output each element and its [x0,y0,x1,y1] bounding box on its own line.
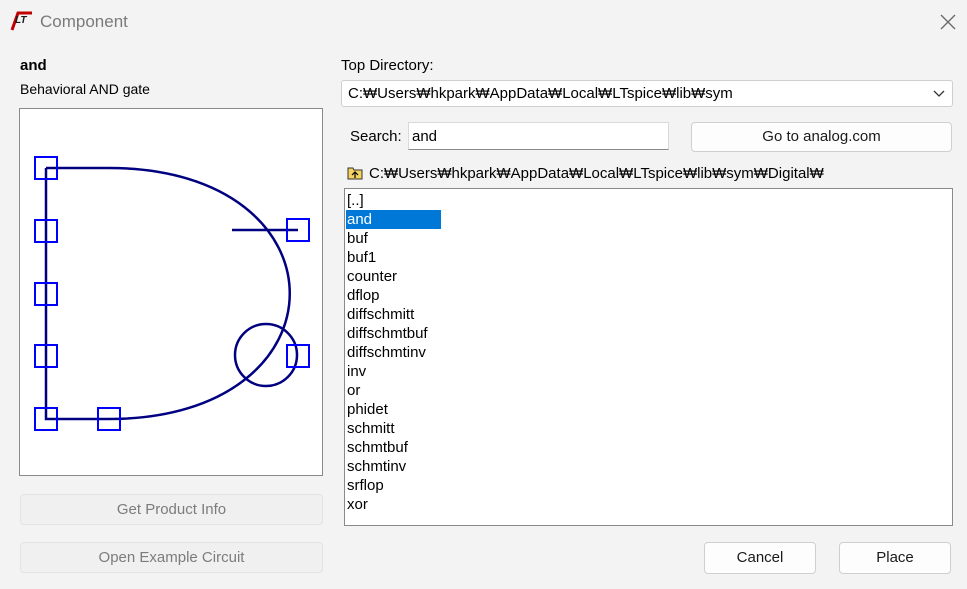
title-bar: LT Component [0,0,967,44]
cancel-button[interactable]: Cancel [704,542,816,574]
place-button[interactable]: Place [839,542,951,574]
open-example-circuit-button[interactable]: Open Example Circuit [20,542,323,573]
list-item[interactable]: [..] [346,191,441,210]
list-item[interactable]: dflop [346,286,441,305]
and-gate-symbol [34,156,310,431]
top-directory-value: C:₩Users₩hkpark₩AppData₩Local₩LTspice₩li… [348,85,733,102]
list-item[interactable]: schmtbuf [346,438,441,457]
current-path: C:₩Users₩hkpark₩AppData₩Local₩LTspice₩li… [369,165,824,182]
close-icon[interactable] [938,11,958,33]
list-item[interactable]: schmtinv [346,457,441,476]
list-item[interactable]: and [346,210,441,229]
get-product-info-button[interactable]: Get Product Info [20,494,323,525]
list-item[interactable]: buf [346,229,441,248]
search-input[interactable] [408,122,669,150]
cancel-label: Cancel [736,549,784,566]
component-description: Behavioral AND gate [20,81,150,97]
list-item[interactable]: schmitt [346,419,441,438]
search-label: Search: [350,128,402,145]
component-list-items: [..] and buf buf1 counter dflop diffschmitt dif… [346,191,441,514]
top-directory-label: Top Directory: [341,57,434,74]
top-directory-select[interactable]: C:₩Users₩hkpark₩AppData₩Local₩LTspice₩li… [341,80,953,107]
go-to-analog-label: Go to analog.com [762,128,881,145]
list-item[interactable]: srflop [346,476,441,495]
list-item[interactable]: phidet [346,400,441,419]
place-label: Place [876,549,914,566]
svg-text:LT: LT [15,15,27,26]
list-item[interactable]: inv [346,362,441,381]
ltspice-logo-icon: LT [10,11,32,31]
component-name: and [20,57,47,74]
chevron-down-icon [933,90,945,97]
list-item[interactable]: diffschmtinv [346,343,441,362]
open-example-circuit-label: Open Example Circuit [98,549,245,566]
list-item[interactable]: diffschmitt [346,305,441,324]
list-item[interactable]: xor [346,495,441,514]
list-item[interactable]: counter [346,267,441,286]
window-title: Component [40,12,128,31]
list-item[interactable]: or [346,381,441,400]
symbol-preview [19,108,323,476]
list-item[interactable]: diffschmtbuf [346,324,441,343]
go-to-analog-button[interactable]: Go to analog.com [691,122,952,152]
get-product-info-label: Get Product Info [116,501,227,518]
component-list[interactable]: [..] and buf buf1 counter dflop diffschmitt dif… [344,188,953,526]
list-item[interactable]: buf1 [346,248,441,267]
folder-up-icon [347,167,363,180]
